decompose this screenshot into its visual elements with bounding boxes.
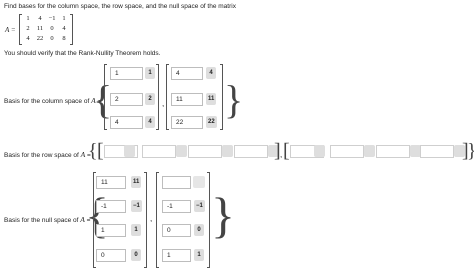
row-space-label: Basis for the row space of A = bbox=[4, 150, 91, 159]
answer-check-chip: 11 bbox=[131, 176, 142, 188]
answer-check-chip: 0 bbox=[194, 224, 204, 236]
answer-check-chip bbox=[124, 145, 135, 157]
set-close-brace: } bbox=[467, 141, 474, 161]
null-vector-1-entry-4[interactable]: 0 bbox=[96, 249, 126, 262]
matrix-cell: 11 bbox=[36, 25, 44, 32]
answer-check-chip bbox=[222, 145, 233, 157]
column-vector-2-entry-3[interactable]: 22 bbox=[171, 116, 203, 129]
answer-check-chip: 0 bbox=[131, 249, 141, 261]
null-vector-2-entry-3[interactable]: 0 bbox=[162, 224, 191, 237]
answer-check-chip bbox=[314, 145, 325, 157]
vector-left-bracket bbox=[156, 172, 159, 268]
answer-check-chip: 1 bbox=[131, 224, 141, 236]
answer-check-chip bbox=[176, 145, 187, 157]
column-vector-2-entry-1[interactable]: 4 bbox=[171, 67, 203, 80]
answer-check-chip bbox=[364, 145, 375, 157]
matrix-cell: 0 bbox=[50, 25, 54, 32]
row-vector-2-entry-3[interactable] bbox=[376, 145, 410, 158]
answer-check-chip: 1 bbox=[194, 249, 204, 261]
column-vector-1-entry-1[interactable]: 1 bbox=[110, 67, 143, 80]
null-vector-1-entry-2[interactable]: -1 bbox=[96, 200, 126, 213]
matrix-row-2: 2 11 0 4 bbox=[22, 24, 70, 34]
answer-check-chip: 4 bbox=[206, 67, 216, 79]
column-space-label: Basis for the column space of A = bbox=[4, 96, 102, 105]
answer-check-chip: 22 bbox=[206, 116, 217, 128]
vector-right-bracket bbox=[207, 172, 210, 268]
answer-check-chip: 4 bbox=[145, 116, 155, 128]
matrix-row-1: 1 4 −1 1 bbox=[22, 14, 70, 24]
vector-left-bracket: [ bbox=[97, 140, 104, 162]
matrix-cell: −1 bbox=[48, 15, 56, 22]
answer-check-chip: −1 bbox=[194, 200, 205, 212]
comma-separator: , bbox=[280, 150, 283, 159]
page: { "question": { "prompt": "Find bases fo… bbox=[0, 0, 474, 274]
answer-check-chip: 1 bbox=[145, 67, 155, 79]
matrix-cell: 0 bbox=[50, 35, 54, 42]
vector-left-bracket bbox=[166, 64, 169, 130]
vector-right-bracket bbox=[156, 64, 159, 130]
matrix-a: 1 4 −1 1 2 11 0 4 4 22 0 8 bbox=[22, 14, 70, 44]
row-vector-2-entry-4[interactable] bbox=[420, 145, 454, 158]
null-vector-2-entry-4[interactable]: 1 bbox=[162, 249, 191, 262]
matrix-row-3: 4 22 0 8 bbox=[22, 34, 70, 44]
row-vector-1-entry-4[interactable] bbox=[234, 145, 268, 158]
null-vector-1-entry-3[interactable]: 1 bbox=[96, 224, 126, 237]
matrix-cell: 8 bbox=[62, 35, 66, 42]
answer-check-chip bbox=[193, 176, 205, 188]
row-vector-1-entry-2[interactable] bbox=[142, 145, 176, 158]
matrix-cell: 1 bbox=[26, 15, 30, 22]
null-vector-2-entry-2[interactable]: -1 bbox=[162, 200, 191, 213]
question-prompt: Find bases for the column space, the row… bbox=[4, 3, 236, 10]
vector-left-bracket: [ bbox=[283, 140, 290, 162]
null-vector-1-entry-1[interactable]: 11 bbox=[96, 176, 126, 189]
vector-right-bracket bbox=[220, 64, 223, 130]
comma-separator: , bbox=[162, 99, 165, 108]
matrix-cell: 4 bbox=[38, 15, 42, 22]
matrix-cell: 4 bbox=[62, 25, 66, 32]
verify-note: You should verify that the Rank-Nullity … bbox=[4, 50, 161, 57]
comma-separator: , bbox=[150, 214, 153, 223]
set-close-brace: } bbox=[224, 77, 244, 122]
set-close-brace: } bbox=[211, 187, 235, 243]
matrix-cell: 2 bbox=[26, 25, 30, 32]
answer-check-chip: 11 bbox=[206, 93, 217, 105]
matrix-cell: 1 bbox=[62, 15, 66, 22]
null-vector-2-entry-1[interactable] bbox=[162, 176, 191, 189]
vector-left-bracket bbox=[104, 64, 107, 130]
answer-check-chip: −1 bbox=[131, 200, 142, 212]
matrix-cell: 22 bbox=[36, 35, 44, 42]
matrix-right-bracket bbox=[70, 14, 73, 45]
column-vector-1-entry-3[interactable]: 4 bbox=[110, 116, 143, 129]
matrix-cell: 4 bbox=[26, 35, 30, 42]
row-vector-1-entry-3[interactable] bbox=[188, 145, 222, 158]
column-vector-1-entry-2[interactable]: 2 bbox=[110, 93, 143, 106]
matrix-label: A = bbox=[5, 26, 16, 34]
column-vector-2-entry-2[interactable]: 11 bbox=[171, 93, 203, 106]
vector-right-bracket bbox=[144, 172, 147, 268]
answer-check-chip: 2 bbox=[145, 93, 155, 105]
null-space-label: Basis for the null space of A = bbox=[4, 215, 91, 224]
row-vector-2-entry-2[interactable] bbox=[330, 145, 364, 158]
